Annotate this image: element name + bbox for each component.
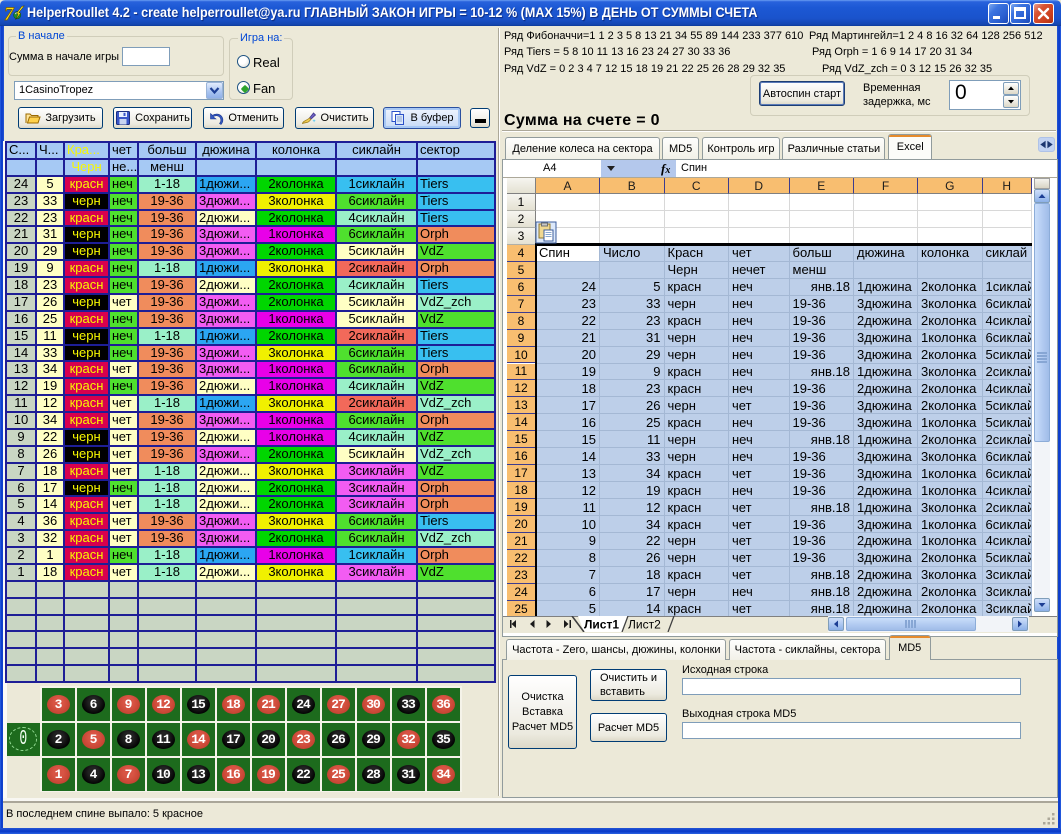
- svg-text:Лист2: Лист2: [628, 618, 661, 632]
- svg-text:Лист1: Лист1: [584, 618, 619, 632]
- svg-text:7: 7: [4, 4, 15, 24]
